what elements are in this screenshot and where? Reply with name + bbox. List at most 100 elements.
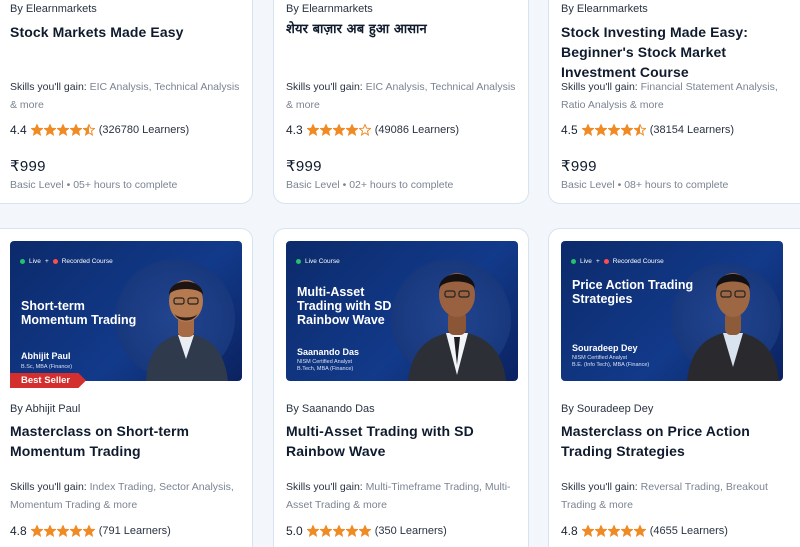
course-card-1[interactable]: By Elearnmarkets Stock Markets Made Easy… bbox=[0, 0, 253, 204]
learner-count: (791 Learners) bbox=[98, 525, 171, 537]
star-full-icon bbox=[43, 525, 56, 537]
course-title[interactable]: Multi-Asset Trading with SD Rainbow Wave bbox=[286, 421, 516, 461]
rating-value: 4.3 bbox=[286, 123, 303, 137]
course-skills: Skills you'll gain: Multi-Timeframe Trad… bbox=[286, 478, 518, 514]
best-seller-badge: Best Seller bbox=[10, 373, 86, 388]
course-thumbnail[interactable]: Live + Recorded Course Short-term Moment… bbox=[10, 241, 242, 381]
thumbnail-tags: Live + Recorded Course bbox=[571, 258, 664, 265]
skills-label: Skills you'll gain: bbox=[561, 81, 638, 93]
thumbnail-presenter: Saanando Das bbox=[297, 347, 360, 357]
skills-label: Skills you'll gain: bbox=[286, 81, 363, 93]
course-skills: Skills you'll gain: Financial Statement … bbox=[561, 78, 800, 114]
star-full-icon bbox=[69, 525, 82, 537]
tag-live: Live bbox=[29, 258, 41, 265]
skills-label: Skills you'll gain: bbox=[10, 81, 87, 93]
course-card-3[interactable]: By Elearnmarkets Stock Investing Made Ea… bbox=[548, 0, 800, 204]
course-thumbnail[interactable]: Live + Recorded Course Price Action Trad… bbox=[561, 241, 783, 381]
tag-plus: + bbox=[44, 258, 49, 265]
star-full-icon bbox=[306, 525, 319, 537]
star-full-icon bbox=[306, 124, 319, 136]
star-full-icon bbox=[69, 124, 82, 136]
course-title[interactable]: Masterclass on Short-term Momentum Tradi… bbox=[10, 421, 212, 461]
star-full-icon bbox=[607, 124, 620, 136]
thumbnail-title: Short-term Momentum Trading bbox=[21, 299, 137, 327]
presenter-photo bbox=[146, 280, 228, 381]
course-price: ₹999 bbox=[286, 158, 322, 175]
star-full-icon bbox=[620, 124, 633, 136]
rating-stars bbox=[30, 525, 95, 537]
tag-recorded: Recorded Course bbox=[612, 258, 664, 265]
star-full-icon bbox=[633, 525, 646, 537]
star-full-icon bbox=[581, 124, 594, 136]
course-author: By Abhijit Paul bbox=[10, 403, 81, 415]
course-title[interactable]: Stock Investing Made Easy: Beginner's St… bbox=[561, 22, 793, 82]
course-thumbnail[interactable]: Live Course Multi-Asset Trading with SD … bbox=[286, 241, 518, 381]
star-full-icon bbox=[332, 124, 345, 136]
course-title[interactable]: शेयर बाज़ार अब हुआ आसान bbox=[286, 20, 518, 40]
star-full-icon bbox=[30, 525, 43, 537]
course-author: By Souradeep Dey bbox=[561, 403, 654, 415]
rating-value: 4.8 bbox=[10, 524, 27, 538]
course-rating: 4.8 (791 Learners) bbox=[10, 524, 242, 538]
course-level: Basic Level • 08+ hours to complete bbox=[561, 179, 729, 191]
star-full-icon bbox=[332, 525, 345, 537]
tag-plus: + bbox=[595, 258, 600, 265]
course-card-2[interactable]: By Elearnmarkets शेयर बाज़ार अब हुआ आसान… bbox=[273, 0, 529, 204]
rating-stars bbox=[306, 525, 371, 537]
skills-label: Skills you'll gain: bbox=[10, 481, 87, 493]
star-full-icon bbox=[319, 124, 332, 136]
course-level: Basic Level • 05+ hours to complete bbox=[10, 179, 178, 191]
course-rating: 4.4 (326780 Learners) bbox=[10, 123, 242, 137]
star-full-icon bbox=[56, 124, 69, 136]
skills-label: Skills you'll gain: bbox=[286, 481, 363, 493]
course-level: Basic Level • 02+ hours to complete bbox=[286, 179, 454, 191]
thumbnail-tags: Live Course bbox=[296, 258, 340, 265]
course-rating: 4.5 (38154 Learners) bbox=[561, 123, 800, 137]
star-half-icon bbox=[82, 124, 95, 136]
star-full-icon bbox=[594, 124, 607, 136]
thumbnail-credentials: NISM Certified Analyst B.Tech, MBA (Fina… bbox=[297, 359, 354, 372]
star-full-icon bbox=[345, 525, 358, 537]
course-title[interactable]: Masterclass on Price Action Trading Stra… bbox=[561, 421, 791, 461]
course-card-6[interactable]: Live + Recorded Course Price Action Trad… bbox=[548, 228, 800, 547]
star-full-icon bbox=[82, 525, 95, 537]
course-rating: 5.0 (350 Learners) bbox=[286, 524, 518, 538]
thumbnail-title: Price Action Trading Strategies bbox=[572, 278, 694, 306]
thumbnail-tags: Live + Recorded Course bbox=[20, 258, 113, 265]
course-title[interactable]: Stock Markets Made Easy bbox=[10, 22, 242, 42]
thumbnail-credentials: NISM Certified Analyst B.E. (Info Tech),… bbox=[572, 355, 650, 368]
live-dot-icon bbox=[571, 259, 576, 264]
star-full-icon bbox=[358, 525, 371, 537]
live-dot-icon bbox=[20, 259, 25, 264]
star-empty-icon bbox=[358, 124, 371, 136]
thumbnail-title: Multi-Asset Trading with SD Rainbow Wave bbox=[297, 285, 392, 327]
course-rating: 4.3 (49086 Learners) bbox=[286, 123, 518, 137]
course-card-5[interactable]: Live Course Multi-Asset Trading with SD … bbox=[273, 228, 529, 547]
rating-stars bbox=[306, 124, 371, 136]
learner-count: (350 Learners) bbox=[374, 525, 447, 537]
recorded-dot-icon bbox=[52, 259, 58, 264]
rating-value: 4.8 bbox=[561, 524, 578, 538]
rating-stars bbox=[581, 525, 646, 537]
learner-count: (326780 Learners) bbox=[98, 124, 190, 136]
course-skills: Skills you'll gain: Reversal Trading, Br… bbox=[561, 478, 800, 514]
rating-value: 4.5 bbox=[561, 123, 578, 137]
course-skills: Skills you'll gain: EIC Analysis, Techni… bbox=[286, 78, 518, 114]
tag-recorded: Recorded Course bbox=[61, 258, 113, 265]
rating-stars bbox=[30, 124, 95, 136]
star-full-icon bbox=[43, 124, 56, 136]
star-full-icon bbox=[594, 525, 607, 537]
rating-value: 4.4 bbox=[10, 123, 27, 137]
star-full-icon bbox=[319, 525, 332, 537]
course-skills: Skills you'll gain: Index Trading, Secto… bbox=[10, 478, 242, 514]
course-card-4[interactable]: Live + Recorded Course Short-term Moment… bbox=[0, 228, 253, 547]
thumbnail-credentials: B.Sc, MBA (Finance) bbox=[21, 364, 73, 370]
course-rating: 4.8 (4655 Learners) bbox=[561, 524, 800, 538]
course-author: By Elearnmarkets bbox=[10, 3, 97, 15]
live-dot-icon bbox=[296, 259, 301, 264]
course-author: By Elearnmarkets bbox=[561, 3, 648, 15]
course-price: ₹999 bbox=[10, 158, 46, 175]
tag-live: Live bbox=[580, 258, 592, 265]
rating-stars bbox=[581, 124, 646, 136]
star-full-icon bbox=[581, 525, 594, 537]
